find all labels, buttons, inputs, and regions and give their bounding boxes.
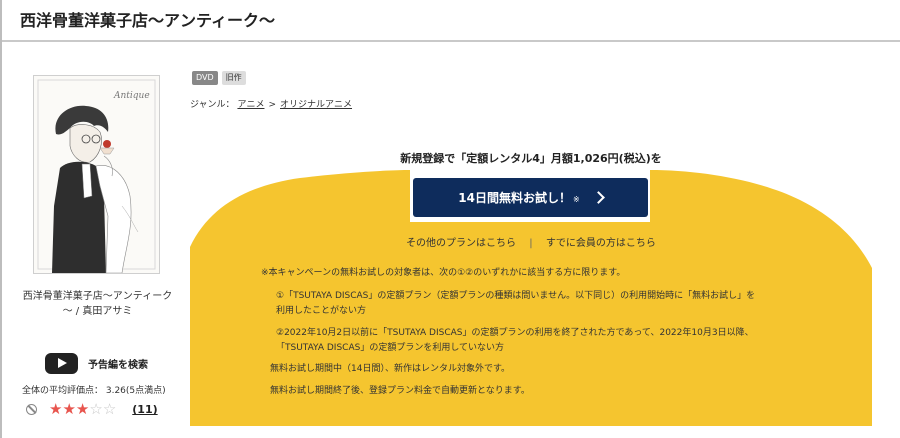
links-divider: | bbox=[529, 238, 533, 249]
campaign-note-condition-2: ②2022年10月2日以前に「TSUTAYA DISCAS」の定額プランの利用を… bbox=[276, 328, 754, 338]
campaign-note-condition-1: ①「TSUTAYA DISCAS」の定額プラン（定額プランの種類は問いません。以… bbox=[276, 291, 756, 301]
campaign-note-eligibility: ※本キャンペーンの無料お試しの対象者は、次の①②のいずれかに該当する方に限ります… bbox=[261, 268, 626, 278]
campaign-note-condition-2-cont: 「TSUTAYA DISCAS」の定額プランを利用していない方 bbox=[276, 343, 505, 353]
free-trial-note-mark: ※ bbox=[573, 195, 580, 204]
other-plans-link[interactable]: その他のプランはこちら bbox=[406, 238, 516, 249]
free-trial-label: 14日間無料お試し！ bbox=[458, 191, 571, 205]
chevron-right-icon bbox=[591, 191, 605, 204]
member-login-link[interactable]: すでに会員の方はこちら bbox=[546, 238, 656, 249]
campaign-headline: 新規登録で「定額レンタル4」月額1,026円(税込)を bbox=[400, 152, 662, 165]
campaign-note-auto-renew: 無料お試し期間終了後、登録プラン料金で自動更新となります。 bbox=[270, 386, 530, 396]
plan-links: その他のプランはこちら | すでに会員の方はこちら bbox=[190, 234, 872, 249]
campaign-note-condition-1-cont: 利用したことがない方 bbox=[276, 306, 367, 316]
campaign-note-trial-period: 無料お試し期間中（14日間）、新作はレンタル対象外です。 bbox=[270, 364, 511, 374]
free-trial-button[interactable]: 14日間無料お試し！ ※ bbox=[413, 178, 648, 217]
